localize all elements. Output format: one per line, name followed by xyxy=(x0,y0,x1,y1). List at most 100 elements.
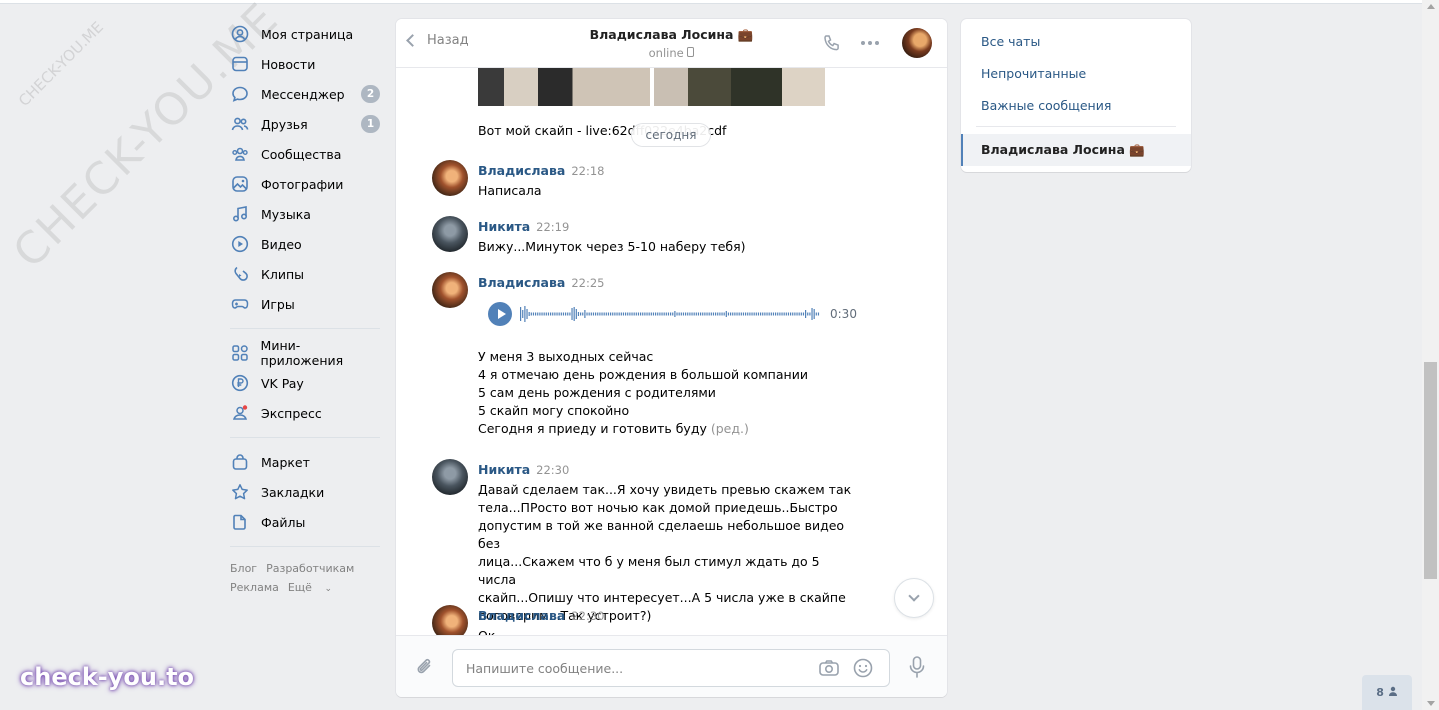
waveform[interactable] xyxy=(520,304,820,324)
brand-watermark: check-you.to xyxy=(20,663,195,691)
footer-link-blog[interactable]: Блог xyxy=(230,562,257,575)
message-line: тела...ПРосто вот ночью как домой приеде… xyxy=(478,500,838,515)
message-history: сегодня Вот мой скайп - live:62dff022e4b… xyxy=(396,68,947,635)
message-time: 22:18 xyxy=(571,164,605,178)
sidebar-item-bookmarks[interactable]: Закладки xyxy=(230,477,380,507)
waveform-bar xyxy=(680,312,682,316)
scroll-down-arrow-icon[interactable] xyxy=(1427,701,1435,706)
waveform-bar xyxy=(700,312,702,316)
sidebar-item-my-page[interactable]: Моя страница xyxy=(230,19,380,49)
waveform-bar xyxy=(676,312,678,316)
sidebar-item-express[interactable]: Экспресс xyxy=(230,398,380,428)
message-author[interactable]: Владислава 22:18 xyxy=(478,163,604,178)
play-button[interactable] xyxy=(488,302,512,326)
footer-link-developers[interactable]: Разработчикам xyxy=(266,562,354,575)
waveform-bar xyxy=(547,312,550,316)
emoji-icon[interactable] xyxy=(852,657,874,682)
scroll-to-bottom-button[interactable] xyxy=(894,578,934,618)
message-composer xyxy=(396,635,947,697)
sidebar-item-label: Клипы xyxy=(261,266,305,282)
attached-photo[interactable] xyxy=(478,68,650,106)
message-author[interactable]: Никита 22:30 xyxy=(478,462,569,477)
waveform-bar xyxy=(764,312,766,316)
filter-unread[interactable]: Непрочитанные xyxy=(981,66,1086,81)
waveform-bar xyxy=(800,312,802,316)
scrollbar-thumb[interactable] xyxy=(1424,362,1437,579)
message-line: 4 я отмечаю день рождения в большой комп… xyxy=(478,367,808,382)
watermark-small-text: CHECK-YOU.ME xyxy=(15,18,107,110)
waveform-bar xyxy=(667,312,670,316)
message-author[interactable]: Никита 22:19 xyxy=(478,219,569,234)
sidebar-item-clips[interactable]: Клипы xyxy=(230,259,380,289)
peer-avatar[interactable] xyxy=(902,28,932,58)
waveform-bar xyxy=(607,312,610,316)
message-author[interactable]: Владислава 22:30 xyxy=(478,608,604,623)
waveform-bar xyxy=(717,312,719,316)
avatar[interactable] xyxy=(432,272,468,308)
waveform-bar xyxy=(783,312,785,316)
chat-filters-panel: Все чаты Непрочитанные Важные сообщения … xyxy=(961,19,1191,172)
waveform-bar xyxy=(532,312,535,316)
waveform-bar xyxy=(603,312,605,316)
sidebar-item-news[interactable]: Новости xyxy=(230,49,380,79)
footer-link-ads[interactable]: Реклама xyxy=(230,581,279,594)
phone-icon[interactable] xyxy=(822,33,842,56)
sidebar-item-mini-apps[interactable]: Мини-приложения xyxy=(230,338,380,368)
waveform-bar xyxy=(747,312,749,316)
waveform-bar xyxy=(715,312,717,316)
file-icon xyxy=(230,512,250,532)
waveform-bar xyxy=(777,312,779,316)
waveform-bar xyxy=(620,312,622,316)
waveform-bar xyxy=(762,312,764,316)
sidebar-item-friends[interactable]: Друзья 1 xyxy=(230,109,380,139)
sidebar-item-music[interactable]: Музыка xyxy=(230,199,380,229)
waveform-bar xyxy=(689,312,691,316)
waveform-bar xyxy=(757,312,760,316)
waveform-bar xyxy=(732,312,734,316)
waveform-bar xyxy=(543,312,545,316)
sidebar-item-files[interactable]: Файлы xyxy=(230,507,380,537)
online-counter[interactable]: 8 xyxy=(1362,675,1412,710)
waveform-bar xyxy=(790,312,792,316)
sidebar-item-communities[interactable]: Сообщества xyxy=(230,139,380,169)
avatar[interactable] xyxy=(432,160,468,196)
waveform-bar xyxy=(556,312,558,316)
microphone-icon[interactable] xyxy=(907,655,927,682)
active-chat-item[interactable]: Владислава Лосина 💼 xyxy=(961,134,1191,166)
waveform-bar xyxy=(597,312,599,316)
waveform-bar xyxy=(693,312,695,316)
waveform-bar xyxy=(616,312,618,316)
footer-link-more[interactable]: Ещё ⌄ xyxy=(288,581,341,594)
avatar[interactable] xyxy=(432,605,468,635)
video-icon xyxy=(230,234,250,254)
paperclip-icon[interactable] xyxy=(414,656,436,681)
sidebar-item-messenger[interactable]: Мессенджер 2 xyxy=(230,79,380,109)
avatar[interactable] xyxy=(432,216,468,252)
friends-badge: 1 xyxy=(361,115,380,133)
waveform-bar xyxy=(807,312,809,316)
waveform-bar xyxy=(813,309,815,319)
attached-photo[interactable] xyxy=(653,68,825,106)
filter-important[interactable]: Важные сообщения xyxy=(981,98,1111,113)
message-text: Давай сделаем так...Я хочу увидеть превь… xyxy=(478,481,858,625)
scroll-up-arrow-icon[interactable] xyxy=(1427,4,1435,9)
message-author[interactable]: Владислава 22:25 xyxy=(478,275,604,290)
waveform-bar xyxy=(627,312,629,316)
avatar[interactable] xyxy=(432,459,468,495)
sidebar-item-label: Мессенджер xyxy=(261,86,345,102)
more-icon[interactable] xyxy=(860,35,880,54)
filter-all-chats[interactable]: Все чаты xyxy=(981,34,1040,49)
waveform-bar xyxy=(794,312,796,316)
waveform-bar xyxy=(738,312,740,316)
waveform-bar xyxy=(779,312,781,316)
waveform-bar xyxy=(727,312,730,316)
sidebar-item-photos[interactable]: Фотографии xyxy=(230,169,380,199)
camera-icon[interactable] xyxy=(818,658,840,681)
page-scrollbar[interactable] xyxy=(1422,0,1439,710)
sidebar-item-market[interactable]: Маркет xyxy=(230,447,380,477)
waveform-bar xyxy=(704,312,706,316)
sidebar-item-video[interactable]: Видео xyxy=(230,229,380,259)
sidebar-item-vk-pay[interactable]: VK Pay xyxy=(230,368,380,398)
photo-attachment[interactable] xyxy=(478,68,825,106)
sidebar-item-games[interactable]: Игры xyxy=(230,289,380,319)
